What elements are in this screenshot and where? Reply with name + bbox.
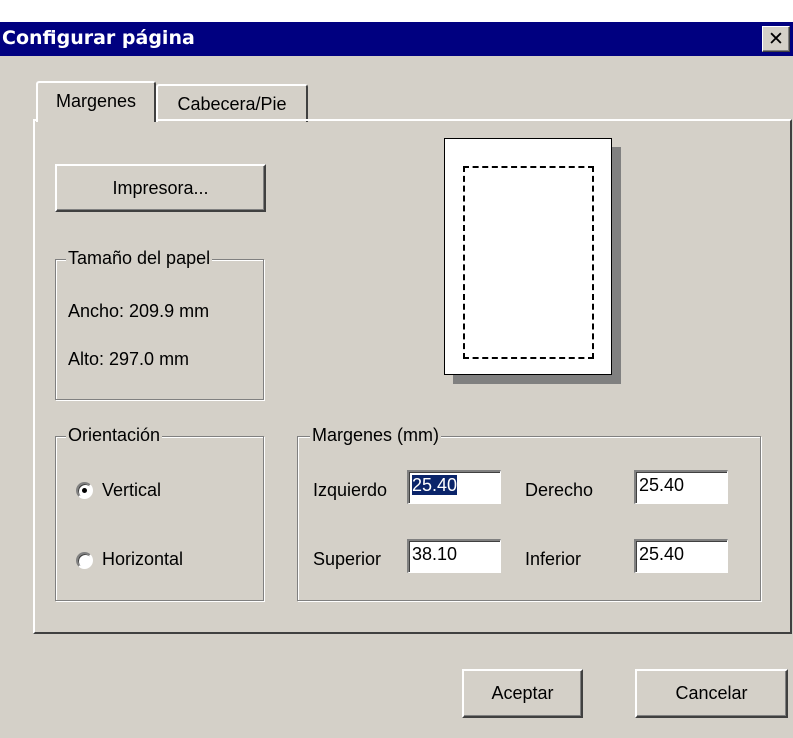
tab-margenes[interactable]: Margenes <box>36 81 156 122</box>
orientation-legend: Orientación <box>66 425 163 446</box>
bottom-margin-label: Inferior <box>525 549 582 569</box>
radio-dot <box>82 488 87 493</box>
paper-size-group: Tamaño del papel Ancho: 209.9 mm Alto: 2… <box>55 248 264 400</box>
right-margin-value: 25.40 <box>639 475 685 495</box>
top-margin-value: 38.10 <box>412 544 458 564</box>
cancel-button[interactable]: Cancelar <box>635 669 788 718</box>
accept-button[interactable]: Aceptar <box>462 669 583 718</box>
printer-button[interactable]: Impresora... <box>55 164 266 212</box>
paper-size-legend: Tamaño del papel <box>66 248 213 269</box>
orientation-group: Orientación Vertical Horizontal <box>55 425 264 601</box>
bottom-margin-field[interactable]: 25.40 <box>634 539 728 573</box>
top-margin-field[interactable]: 38.10 <box>407 539 501 573</box>
bottom-margin-value: 25.40 <box>639 544 685 564</box>
left-margin-field[interactable]: 25.40 <box>407 470 501 504</box>
cancel-button-label: Cancelar <box>675 683 748 703</box>
window-title: Configurar página <box>2 27 195 49</box>
vertical-radio[interactable] <box>76 482 93 499</box>
tab-cabecera-pie-label: Cabecera/Pie <box>177 94 287 114</box>
tab-cabecera-pie[interactable]: Cabecera/Pie <box>156 84 308 122</box>
vertical-label[interactable]: Vertical <box>102 480 161 501</box>
left-margin-value: 25.40 <box>412 475 458 495</box>
close-icon: ✕ <box>768 28 784 50</box>
printer-button-label: Impresora... <box>112 178 209 198</box>
margins-group: Margenes (mm) Izquierdo 25.40 Derecho 25… <box>297 425 761 601</box>
tab-margenes-label: Margenes <box>55 91 137 111</box>
margin-outline <box>463 166 594 359</box>
top-margin-label: Superior <box>313 549 382 569</box>
page-preview <box>444 138 612 375</box>
horizontal-label[interactable]: Horizontal <box>102 549 183 570</box>
accept-button-label: Aceptar <box>491 683 554 703</box>
right-margin-field[interactable]: 25.40 <box>634 470 728 504</box>
close-button[interactable]: ✕ <box>762 26 790 52</box>
margins-legend: Margenes (mm) <box>310 425 442 446</box>
horizontal-radio[interactable] <box>76 552 93 569</box>
left-margin-label: Izquierdo <box>313 480 388 500</box>
title-bar: Configurar página ✕ <box>0 22 793 56</box>
paper-height-text: Alto: 297.0 mm <box>68 349 190 369</box>
paper-width-text: Ancho: 209.9 mm <box>68 301 210 321</box>
right-margin-label: Derecho <box>525 480 594 500</box>
